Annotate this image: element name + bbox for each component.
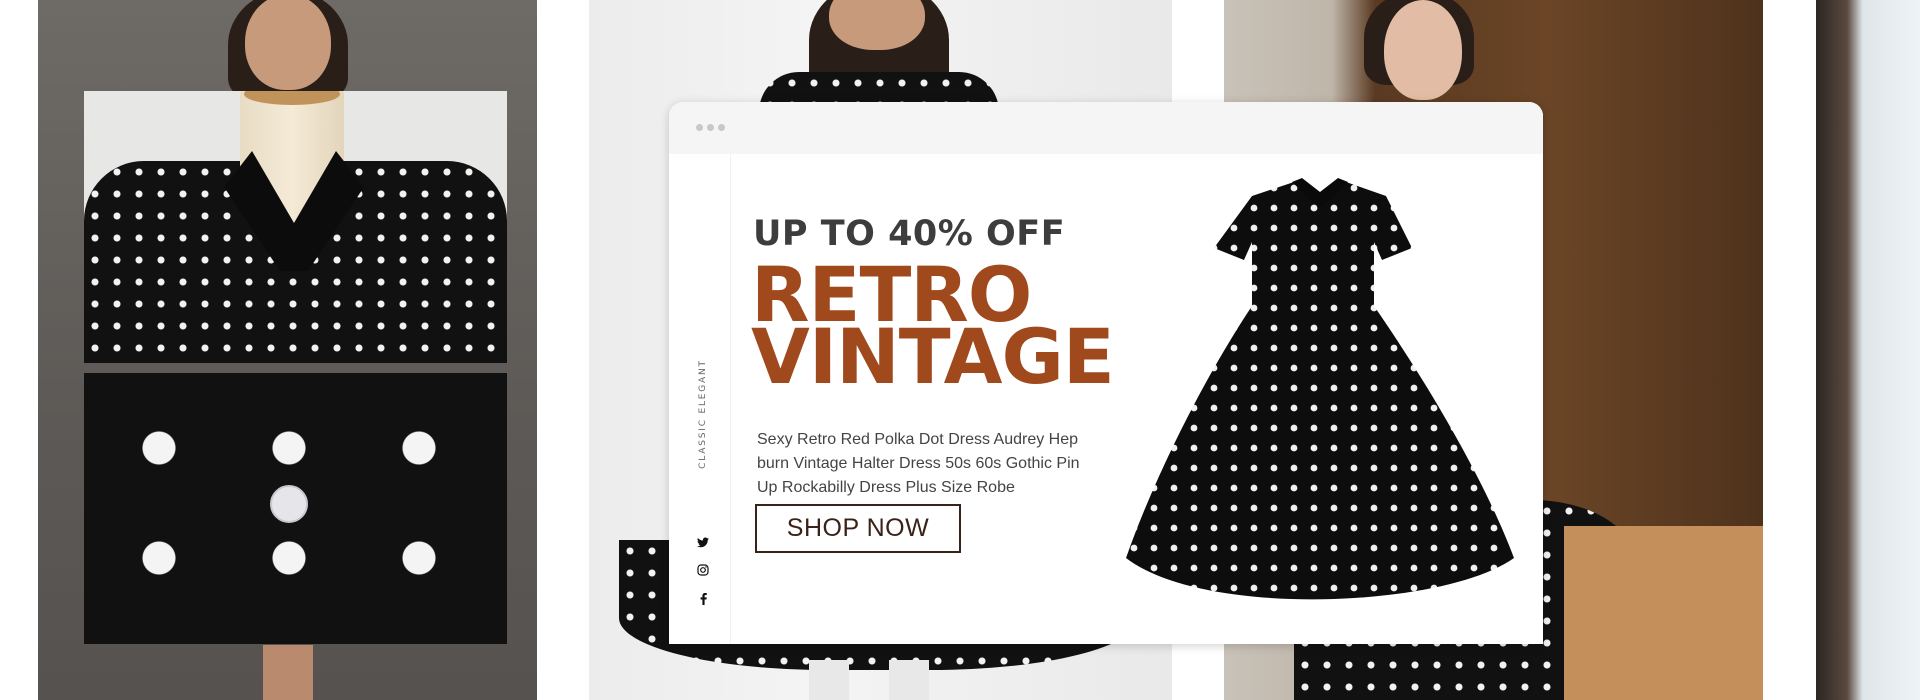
twitter-icon[interactable]	[695, 534, 711, 550]
model-boot	[809, 660, 849, 700]
model-boot	[889, 660, 929, 700]
model-leg	[263, 645, 313, 700]
photo-edge-4	[1816, 0, 1920, 700]
facebook-icon[interactable]	[695, 591, 711, 607]
polka-dot-dress-product-image	[1126, 178, 1514, 600]
headline-line-2: VINTAGE	[751, 312, 1115, 401]
promo-headline: RETRO VINTAGE	[751, 257, 1115, 401]
banner-stage: CLASSIC ELEGANT UP TO 40% OFF RETRO VINT…	[0, 0, 1920, 700]
instagram-icon[interactable]	[695, 562, 711, 578]
window-dot-icon[interactable]	[696, 124, 703, 131]
blouse-collar-closeup	[84, 91, 507, 363]
discount-heading: UP TO 40% OFF	[753, 214, 1066, 254]
shop-now-button[interactable]: SHOP NOW	[755, 504, 961, 553]
window-dot-icon[interactable]	[707, 124, 714, 131]
model-face	[1384, 0, 1462, 100]
wood-floor	[1564, 526, 1763, 700]
model-face	[245, 0, 331, 90]
product-description: Sexy Retro Red Polka Dot Dress Audrey He…	[757, 431, 1080, 496]
blouse-fabric-closeup	[84, 373, 507, 644]
window-dot-icon[interactable]	[718, 124, 725, 131]
window-title-bar	[669, 102, 1543, 154]
window-controls[interactable]	[696, 124, 725, 131]
side-label: CLASSIC ELEGANT	[698, 359, 708, 469]
blouse-button	[270, 485, 308, 523]
